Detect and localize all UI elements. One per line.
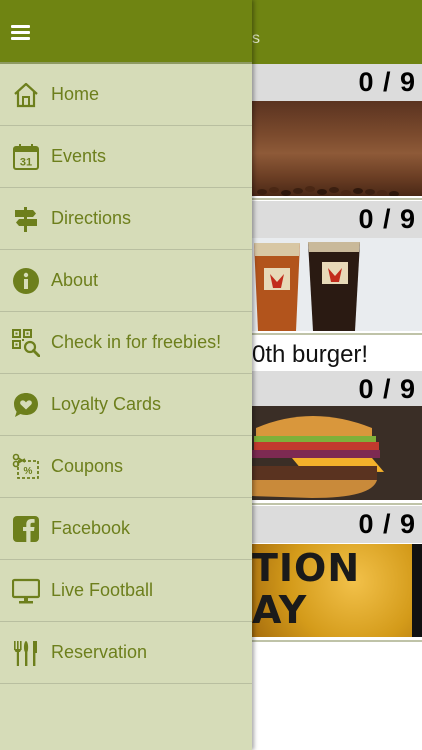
page-title: s	[252, 30, 260, 47]
beer-glasses-graphic	[254, 242, 360, 331]
burger-graphic	[252, 406, 422, 500]
signpost-icon	[11, 204, 41, 234]
menu-item-label: Facebook	[51, 518, 131, 538]
card-divider	[252, 333, 422, 335]
menu-item-label: Home	[51, 84, 100, 104]
loyalty-card-header: 0 / 9	[252, 506, 422, 543]
stamp-count: 0 / 9	[358, 374, 416, 404]
menu-item-label: Loyalty Cards	[51, 394, 162, 414]
info-icon	[11, 266, 41, 296]
menu-item-label: Reservation	[51, 642, 148, 662]
beer-image[interactable]	[252, 238, 422, 331]
coffee-beans-graphic	[257, 186, 399, 196]
menu-item-label: Coupons	[51, 456, 124, 476]
stamp-count: 0 / 9	[358, 509, 416, 539]
card-divider	[252, 198, 422, 200]
menu-item-about[interactable]: About	[0, 250, 252, 312]
menu-item-label: Check in for freebies!	[51, 332, 222, 352]
drawer-menu: Home 31 Events Directions About Check in…	[0, 64, 252, 684]
loyalty-card-header: 0 / 9	[252, 64, 422, 101]
event-image-text: AY	[252, 588, 308, 632]
home-icon	[11, 80, 41, 110]
card-title: 0th burger!	[252, 341, 369, 368]
facebook-icon	[11, 514, 41, 544]
monitor-icon	[11, 576, 41, 606]
menu-item-label: Live Football	[51, 580, 154, 600]
menu-item-home[interactable]: Home	[0, 64, 252, 126]
cutlery-icon	[11, 638, 41, 668]
menu-item-facebook[interactable]: Facebook	[0, 498, 252, 560]
menu-item-label: Directions	[51, 208, 132, 228]
drawer-header	[0, 0, 252, 62]
menu-item-label: Events	[51, 146, 107, 166]
coupon-scissors-icon: %	[11, 452, 41, 482]
hamburger-menu-icon[interactable]	[6, 22, 34, 46]
stamp-count: 0 / 9	[358, 67, 416, 97]
menu-item-check-in[interactable]: Check in for freebies!	[0, 312, 252, 374]
calendar-icon-text: 31	[20, 156, 32, 168]
loyalty-card-header: 0 / 9	[252, 201, 422, 238]
calendar-icon: 31	[11, 142, 41, 172]
event-image-edge	[412, 544, 422, 637]
card-divider	[252, 503, 422, 505]
heart-chat-icon	[11, 390, 41, 420]
burger-image[interactable]	[252, 406, 422, 500]
menu-item-label: About	[51, 270, 99, 290]
menu-item-events[interactable]: 31 Events	[0, 126, 252, 188]
qr-search-icon	[11, 328, 41, 358]
menu-item-directions[interactable]: Directions	[0, 188, 252, 250]
menu-item-loyalty-cards[interactable]: Loyalty Cards	[0, 374, 252, 436]
loyalty-card-header: 0 / 9	[252, 371, 422, 408]
menu-item-reservation[interactable]: Reservation	[0, 622, 252, 684]
event-image[interactable]: TION AY	[252, 544, 422, 637]
coffee-image[interactable]	[252, 101, 422, 196]
svg-text:%: %	[24, 466, 33, 477]
card-divider	[252, 640, 422, 642]
menu-item-live-football[interactable]: Live Football	[0, 560, 252, 622]
stamp-count: 0 / 9	[358, 204, 416, 234]
navigation-drawer: Home 31 Events Directions About Check in…	[0, 0, 252, 750]
menu-item-coupons[interactable]: % Coupons	[0, 436, 252, 498]
event-image-text: TION	[252, 546, 361, 590]
